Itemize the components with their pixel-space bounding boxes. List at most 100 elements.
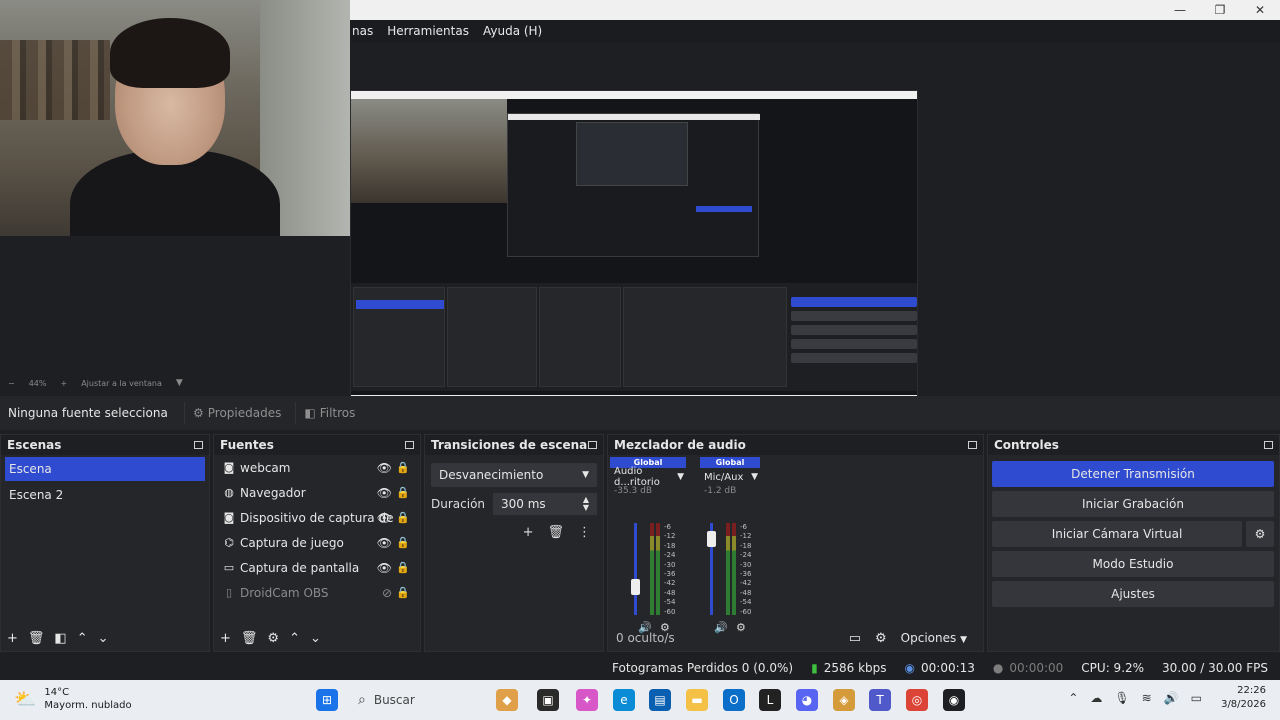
add-icon[interactable]: + <box>523 525 534 540</box>
undock-icon[interactable] <box>1264 441 1273 449</box>
eye-icon[interactable]: 👁 <box>377 486 392 500</box>
trash-icon[interactable]: 🗑 <box>28 631 45 646</box>
clock[interactable]: 22:26 3/8/2026 <box>1221 684 1266 712</box>
chrome-icon[interactable]: ◎ <box>906 689 928 711</box>
task-view-icon[interactable]: ▣ <box>537 689 559 711</box>
gear-icon[interactable]: ⚙ <box>267 631 279 646</box>
eye-icon[interactable]: 👁 <box>377 561 392 575</box>
scene-item[interactable]: Escena 2 <box>5 483 205 507</box>
filter-icon[interactable]: ◧ <box>54 631 66 646</box>
zoom-in-button[interactable]: + <box>60 379 67 388</box>
spin-icon[interactable]: ▲ ▼ <box>583 496 589 512</box>
undock-icon[interactable] <box>405 441 414 449</box>
maximize-icon[interactable]: ❐ <box>1200 0 1240 20</box>
preview-canvas[interactable] <box>350 90 918 412</box>
chevron-down-icon[interactable]: ▼ <box>677 472 684 482</box>
source-item[interactable]: ◙ webcam 👁 🔒 <box>214 455 420 480</box>
source-item[interactable]: ⌬ Captura de juego 👁 🔒 <box>214 530 420 555</box>
stop-stream-button[interactable]: Detener Transmisión <box>992 461 1274 487</box>
fit-window-label[interactable]: Ajustar a la ventana <box>81 379 162 388</box>
source-item[interactable]: ▯ DroidCam OBS ⊘ 🔒 <box>214 580 420 605</box>
scene-item[interactable]: Escena <box>5 457 205 481</box>
eye-icon[interactable]: 👁 <box>377 511 392 525</box>
chevron-up-icon[interactable]: ⌃ <box>1068 691 1078 705</box>
lock-icon[interactable]: 🔒 <box>396 536 410 549</box>
temperature: 14°C <box>44 687 70 698</box>
arrow-down-icon[interactable]: ⌄ <box>310 631 321 646</box>
arrow-up-icon[interactable]: ⌃ <box>77 631 88 646</box>
fader-knob[interactable] <box>707 531 716 547</box>
undock-icon[interactable] <box>588 441 597 449</box>
undock-icon[interactable] <box>194 441 203 449</box>
settings-button[interactable]: Ajustes <box>992 581 1274 607</box>
cloud-icon[interactable]: ☁ <box>1090 691 1102 705</box>
lock-icon[interactable]: 🔒 <box>396 561 410 574</box>
store-icon[interactable]: ▤ <box>649 689 671 711</box>
transition-select[interactable]: Desvanecimiento ▼ <box>431 463 597 487</box>
virtual-cam-settings-button[interactable]: ⚙ <box>1246 521 1274 547</box>
windows-start-icon[interactable]: ⊞ <box>316 689 338 711</box>
lock-icon[interactable]: 🔒 <box>396 586 410 599</box>
options-button[interactable]: Opciones ▼ <box>901 631 967 645</box>
zoom-bar: − 44% + Ajustar a la ventana ▼ <box>0 376 1280 390</box>
menu-item-nas[interactable]: nas <box>352 24 373 38</box>
layout-icon[interactable]: ▭ <box>849 631 861 646</box>
preview-area[interactable] <box>0 42 1280 412</box>
channel-db: -35.3 dB <box>614 486 653 496</box>
source-item[interactable]: ◍ Navegador 👁 🔒 <box>214 480 420 505</box>
status-bar: Fotogramas Perdidos 0 (0.0%) ▮ 2586 kbps… <box>0 656 1280 680</box>
mixer-dock: Mezclador de audio Global Audio d...rito… <box>607 434 984 652</box>
eye-icon[interactable]: 👁 <box>377 461 392 475</box>
lock-icon[interactable]: 🔒 <box>396 461 410 474</box>
minimize-icon[interactable]: — <box>1160 0 1200 20</box>
outlook-icon[interactable]: O <box>723 689 745 711</box>
teams-icon[interactable]: T <box>869 689 891 711</box>
start-virtual-cam-button[interactable]: Iniciar Cámara Virtual <box>992 521 1242 547</box>
lock-icon[interactable]: 🔒 <box>396 486 410 499</box>
studio-mode-button[interactable]: Modo Estudio <box>992 551 1274 577</box>
menu-item-herramientas[interactable]: Herramientas <box>387 24 469 38</box>
zoom-out-button[interactable]: − <box>8 379 15 388</box>
arrow-down-icon[interactable]: ⌄ <box>98 631 109 646</box>
weather-widget[interactable]: ⛅ 14°C Mayorm. nublado <box>14 686 132 712</box>
folder-icon[interactable]: ▬ <box>686 689 708 711</box>
live-icon[interactable]: L <box>759 689 781 711</box>
obs-icon[interactable]: ◉ <box>943 689 965 711</box>
source-label: Dispositivo de captura de <box>240 510 394 525</box>
fader-knob[interactable] <box>631 579 640 595</box>
copilot-icon[interactable]: ✦ <box>576 689 598 711</box>
widgets-icon[interactable]: ◆ <box>496 689 518 711</box>
edge-icon[interactable]: e <box>613 689 635 711</box>
controls-title: Controles <box>994 438 1059 452</box>
filters-button[interactable]: ◧ Filtros <box>295 402 363 424</box>
volume-icon[interactable]: 🔊 <box>1164 691 1179 705</box>
discord-icon[interactable]: ◕ <box>796 689 818 711</box>
chevron-down-icon[interactable]: ▼ <box>751 472 758 482</box>
start-recording-button[interactable]: Iniciar Grabación <box>992 491 1274 517</box>
more-icon[interactable]: ⋮ <box>578 525 591 540</box>
wifi-icon[interactable]: ≋ <box>1142 691 1152 705</box>
brave-icon[interactable]: ◈ <box>833 689 855 711</box>
close-icon[interactable]: ✕ <box>1240 0 1280 20</box>
trash-icon[interactable]: 🗑 <box>547 525 564 540</box>
source-item[interactable]: ◙ Dispositivo de captura de 👁 🔒 <box>214 505 420 530</box>
chevron-down-icon[interactable]: ▼ <box>176 378 183 388</box>
volume-fader[interactable] <box>634 523 637 615</box>
battery-icon[interactable]: ▭ <box>1191 691 1202 705</box>
lock-icon[interactable]: 🔒 <box>396 511 410 524</box>
undock-icon[interactable] <box>968 441 977 449</box>
add-icon[interactable]: + <box>220 631 231 646</box>
eye-icon[interactable]: 👁 <box>377 536 392 550</box>
eye-hidden-icon[interactable]: ⊘ <box>382 586 392 600</box>
channel-name[interactable]: Mic/Aux ▼ <box>700 468 760 486</box>
source-item[interactable]: ▭ Captura de pantalla 👁 🔒 <box>214 555 420 580</box>
menu-item-ayuda[interactable]: Ayuda (H) <box>483 24 542 38</box>
advanced-audio-icon[interactable]: ⚙ <box>875 631 887 646</box>
microphone-icon[interactable]: 🎙 <box>1114 691 1129 705</box>
arrow-up-icon[interactable]: ⌃ <box>289 631 300 646</box>
channel-name[interactable]: Audio d...ritorio ▼ <box>610 466 686 488</box>
add-icon[interactable]: + <box>7 631 18 646</box>
duration-stepper[interactable]: 300 ms ▲ ▼ <box>493 493 597 515</box>
properties-button[interactable]: ⚙ Propiedades <box>184 402 289 424</box>
trash-icon[interactable]: 🗑 <box>241 631 258 646</box>
